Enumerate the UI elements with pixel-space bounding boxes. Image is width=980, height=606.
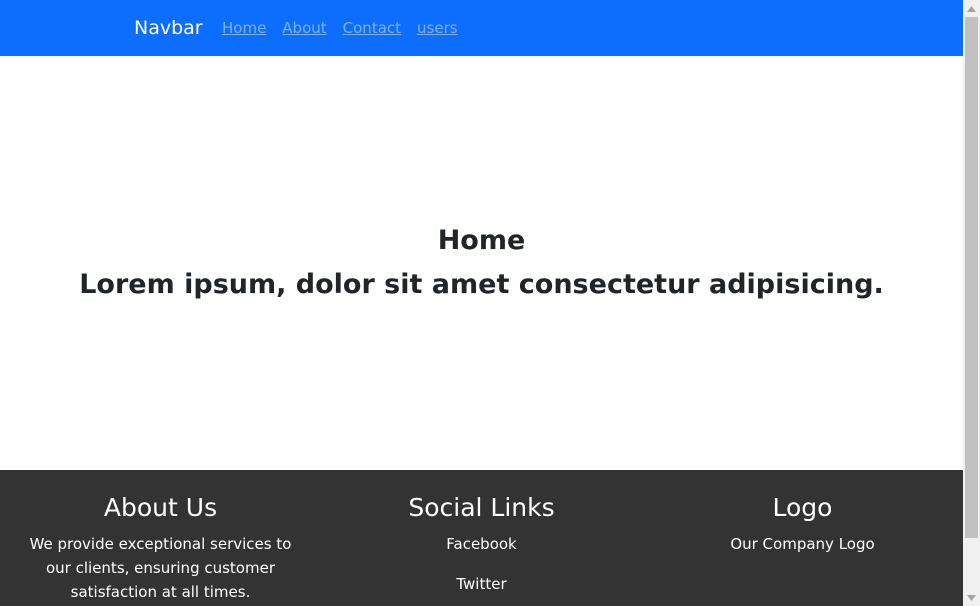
footer-about-column: About Us We provide exceptional services… [0, 490, 321, 604]
scroll-down-button[interactable] [963, 589, 980, 606]
footer-about-text: We provide exceptional services to our c… [29, 535, 292, 601]
hero-section: Home Lorem ipsum, dolor sit amet consect… [0, 56, 963, 470]
chevron-down-icon [967, 594, 976, 601]
chevron-up-icon [967, 5, 976, 12]
footer-logo-title: Logo [772, 493, 833, 522]
social-link-facebook[interactable]: Facebook [446, 535, 516, 553]
nav-links: Home About Contact users [222, 18, 458, 38]
list-item: Twitter [321, 572, 642, 596]
vertical-scrollbar[interactable] [963, 0, 980, 606]
footer: About Us We provide exceptional services… [0, 470, 963, 606]
social-link-twitter[interactable]: Twitter [456, 575, 506, 593]
footer-social-column: Social Links Facebook Twitter [321, 490, 642, 606]
browser-viewport: Navbar Home About Contact users Home Lor… [0, 0, 980, 606]
navbar-brand[interactable]: Navbar [134, 16, 203, 40]
list-item: Facebook [321, 532, 642, 556]
footer-logo-column: Logo Our Company Logo [642, 490, 963, 556]
footer-social-title: Social Links [408, 493, 555, 522]
footer-about-title: About Us [103, 493, 218, 522]
social-links-list: Facebook Twitter [321, 532, 642, 596]
nav-link-contact[interactable]: Contact [343, 18, 401, 38]
footer-logo-text: Our Company Logo [730, 535, 875, 553]
navbar: Navbar Home About Contact users [0, 0, 963, 56]
nav-link-users[interactable]: users [417, 18, 458, 38]
hero-title: Home [437, 225, 526, 256]
scroll-up-button[interactable] [963, 0, 980, 17]
nav-link-about[interactable]: About [282, 18, 326, 38]
page: Navbar Home About Contact users Home Lor… [0, 0, 963, 606]
hero-subtitle: Lorem ipsum, dolor sit amet consectetur … [79, 269, 884, 300]
scrollbar-thumb[interactable] [965, 17, 978, 538]
nav-link-home[interactable]: Home [222, 18, 266, 38]
